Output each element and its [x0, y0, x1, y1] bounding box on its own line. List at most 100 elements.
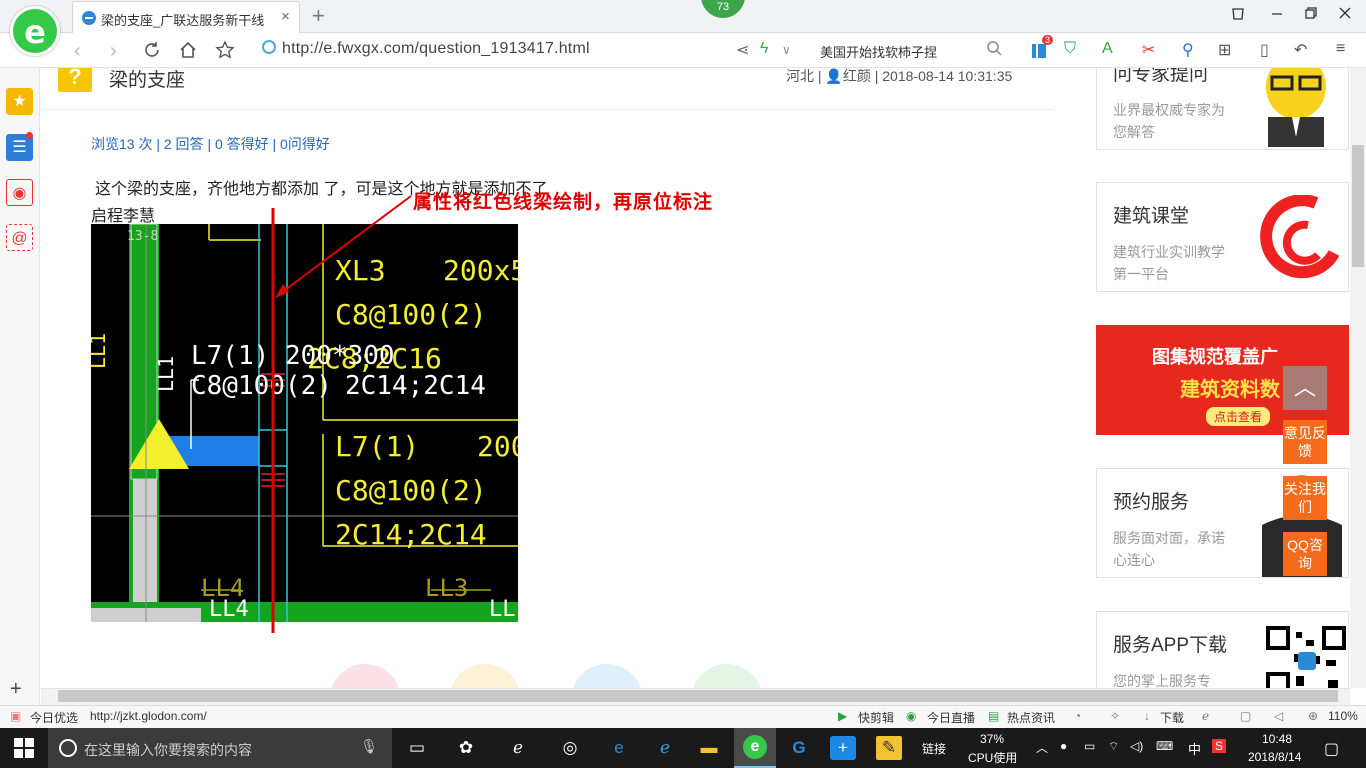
search-icon[interactable] [986, 40, 1002, 61]
status-item-download[interactable]: 下载 [1160, 709, 1184, 726]
swirl-app-icon[interactable]: ◎ [557, 736, 583, 760]
glodon-app-icon[interactable]: G [786, 736, 812, 760]
browser-logo-icon[interactable]: e [10, 6, 60, 56]
ie-mode-icon[interactable]: ℯ [1202, 709, 1209, 723]
scissors-icon[interactable]: ✂ [1142, 40, 1155, 60]
search-box[interactable]: 美国开始找软柿子捏 [820, 42, 937, 61]
ime-indicator[interactable]: 中 [1188, 739, 1201, 758]
card-app-download[interactable]: 服务APP下载 您的掌上服务专 [1096, 611, 1349, 688]
status-url: http://jzkt.glodon.com/ [90, 709, 207, 723]
window-icon[interactable]: ▢ [1240, 709, 1251, 723]
star-button[interactable] [449, 664, 521, 688]
file-explorer-icon[interactable]: ▬ [696, 736, 722, 760]
status-today-pick[interactable]: 今日优选 [30, 709, 78, 726]
active-browser-icon: e [743, 735, 767, 759]
like-button[interactable] [329, 664, 401, 688]
action-center-icon[interactable]: ▢ [1324, 739, 1339, 759]
card-desc: 您的掌上服务专 [1113, 673, 1211, 688]
status-item-clip[interactable]: 快剪辑 [858, 709, 894, 726]
taskbar-link[interactable]: 链接 [922, 740, 946, 757]
home-icon[interactable] [178, 40, 198, 65]
card-building-class[interactable]: 建筑课堂 建筑行业实训教学第一平台 [1096, 182, 1349, 292]
reading-mode-icon[interactable]: ▯ [1260, 40, 1269, 60]
sidebar-red-dot [26, 132, 33, 139]
sidebar-add-icon[interactable]: + [10, 678, 22, 701]
extension-badge: 3 [1042, 35, 1054, 45]
tab-title: 梁的支座_广联达服务新干线 [101, 13, 265, 28]
task-view-icon[interactable]: ▭ [404, 736, 430, 760]
back-to-top-icon[interactable]: ︿ [1283, 366, 1327, 410]
qq-consult-button[interactable]: QQ咨询 [1283, 532, 1327, 576]
ie-app-icon[interactable]: ℯ [652, 736, 678, 760]
horizontal-scroll-thumb[interactable] [58, 690, 1338, 702]
extension-ip-icon[interactable]: 3 [1030, 35, 1054, 60]
browser-tab[interactable]: 梁的支座_广联达服务新干线 × [72, 1, 300, 33]
follow-us-button[interactable]: 关注我们 [1283, 476, 1327, 520]
dropdown-chevron-icon[interactable]: ∨ [782, 43, 791, 57]
favorites-star-icon[interactable]: ★ [6, 88, 33, 115]
feedback-button[interactable]: 意见反馈 [1283, 420, 1327, 464]
live-icon: ◉ [906, 709, 917, 723]
magnifier-icon[interactable]: ⚲ [1182, 40, 1194, 60]
card-ask-expert[interactable]: 问专家提问 业界最权威专家为您解答 [1096, 68, 1349, 150]
skin-icon[interactable] [1230, 6, 1246, 25]
taskbar-active-app[interactable]: e [734, 728, 776, 768]
browser-e-app-icon[interactable]: ℯ [505, 736, 531, 760]
zoom-level[interactable]: 110% [1328, 709, 1358, 723]
back-icon[interactable]: ‹ [74, 40, 81, 63]
url-field[interactable]: http://e.fwxgx.com/question_1913417.html [262, 40, 590, 58]
notes-app-icon[interactable]: ✎ [876, 736, 902, 760]
maximize-icon[interactable] [1304, 6, 1318, 23]
cad-label-ll1-left: LL1 [91, 333, 110, 369]
notification-bell-icon[interactable]: ● [1060, 739, 1067, 753]
banner-button[interactable]: 点击查看 [1206, 407, 1271, 426]
battery-icon[interactable]: ▭ [1084, 739, 1095, 753]
minimize-icon[interactable] [1270, 6, 1284, 23]
speed-icon[interactable]: ◔ [1074, 709, 1081, 723]
network-icon[interactable]: ⌔ [1108, 739, 1119, 754]
cad-label-13-8: 13-8 [127, 229, 158, 244]
tools-icon[interactable]: ✧ [1110, 709, 1120, 723]
weibo-icon[interactable]: ◉ [6, 179, 33, 206]
translate-icon[interactable]: A [1102, 40, 1113, 58]
clock-time[interactable]: 10:48 [1262, 732, 1292, 746]
top-button[interactable] [691, 664, 763, 688]
forward-icon[interactable]: › [110, 40, 117, 63]
status-item-news[interactable]: 热点资讯 [1007, 709, 1055, 726]
vertical-scroll-thumb[interactable] [1352, 145, 1364, 267]
volume-tray-icon[interactable]: ◁) [1130, 739, 1143, 753]
pinwheel-app-icon[interactable]: ✿ [453, 736, 479, 760]
tab-close-icon[interactable]: × [281, 8, 290, 25]
close-window-icon[interactable] [1338, 6, 1352, 23]
cad-gray-wall [133, 479, 157, 622]
lightning-icon[interactable]: ϟ [760, 40, 768, 58]
keyboard-icon[interactable]: ⌨ [1156, 739, 1173, 753]
card-title: 问专家提问 [1113, 68, 1209, 85]
menu-icon[interactable]: ≡ [1336, 40, 1345, 58]
share-button[interactable] [571, 664, 643, 688]
address-bar [0, 33, 1366, 68]
cad-label-ll4-b: LL4 [209, 597, 249, 622]
clock-date[interactable]: 2018/8/14 [1248, 750, 1301, 764]
plus-app-icon[interactable]: + [830, 736, 856, 760]
question-stats[interactable]: 浏览13 次 | 2 回答 | 0 答得好 | 0问得好 [91, 134, 330, 154]
favorite-star-icon[interactable] [215, 40, 235, 65]
edge-app-icon[interactable]: e [606, 736, 632, 760]
shield-icon[interactable]: ⛉ [1064, 40, 1076, 58]
email-at-icon[interactable]: @ [6, 224, 33, 251]
volume-icon[interactable]: ◁ [1274, 709, 1283, 723]
microphone-icon[interactable]: 🎙︎ [360, 738, 378, 755]
refresh-icon[interactable] [142, 40, 162, 65]
apps-grid-icon[interactable]: ⊞ [1218, 40, 1231, 60]
sogou-ime-icon[interactable]: S [1212, 739, 1227, 753]
new-tab-button[interactable]: + [312, 3, 325, 29]
gift-icon[interactable]: ▣ [10, 709, 21, 723]
download-icon: ↓ [1144, 709, 1150, 723]
status-item-live[interactable]: 今日直播 [927, 709, 975, 726]
taskbar-search[interactable]: 在这里输入你要搜索的内容 🎙︎ [48, 728, 392, 768]
windows-start-icon[interactable] [14, 738, 34, 763]
undo-icon[interactable]: ↶ [1294, 40, 1307, 60]
tray-chevron-icon[interactable]: ︿ [1036, 739, 1048, 756]
share-icon[interactable]: ⋖ [736, 40, 749, 60]
card-desc: 服务面对面，承诺心连心 [1113, 530, 1225, 568]
